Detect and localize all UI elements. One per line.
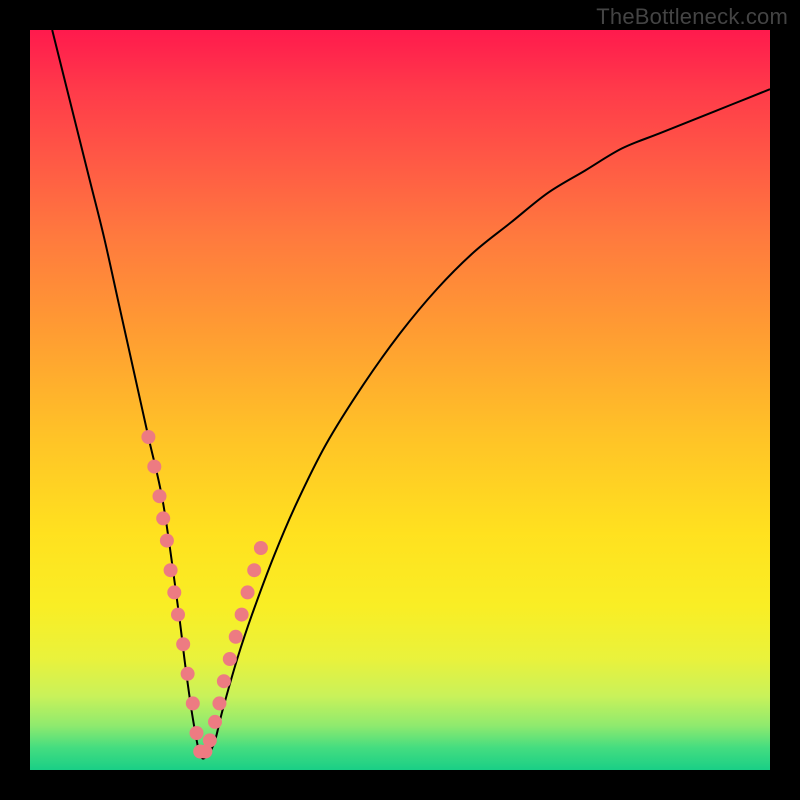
curve-group: [52, 30, 770, 759]
highlight-dot: [241, 585, 255, 599]
highlight-dots-group: [141, 430, 267, 759]
highlight-dot: [147, 460, 161, 474]
bottleneck-curve: [52, 30, 770, 759]
highlight-dot: [153, 489, 167, 503]
highlight-dot: [217, 674, 231, 688]
highlight-dot: [186, 696, 200, 710]
highlight-dot: [160, 534, 174, 548]
highlight-dot: [229, 630, 243, 644]
highlight-dot: [176, 637, 190, 651]
highlight-dot: [156, 511, 170, 525]
highlight-dot: [235, 608, 249, 622]
bottleneck-curve-svg: [30, 30, 770, 770]
plot-area: [30, 30, 770, 770]
highlight-dot: [141, 430, 155, 444]
highlight-dot: [203, 733, 217, 747]
highlight-dot: [208, 715, 222, 729]
highlight-dot: [164, 563, 178, 577]
highlight-dot: [171, 608, 185, 622]
highlight-dot: [181, 667, 195, 681]
highlight-dot: [223, 652, 237, 666]
chart-frame: TheBottleneck.com: [0, 0, 800, 800]
highlight-dot: [247, 563, 261, 577]
highlight-dot: [254, 541, 268, 555]
watermark-text: TheBottleneck.com: [596, 4, 788, 30]
highlight-dot: [212, 696, 226, 710]
highlight-dot: [167, 585, 181, 599]
highlight-dot: [190, 726, 204, 740]
